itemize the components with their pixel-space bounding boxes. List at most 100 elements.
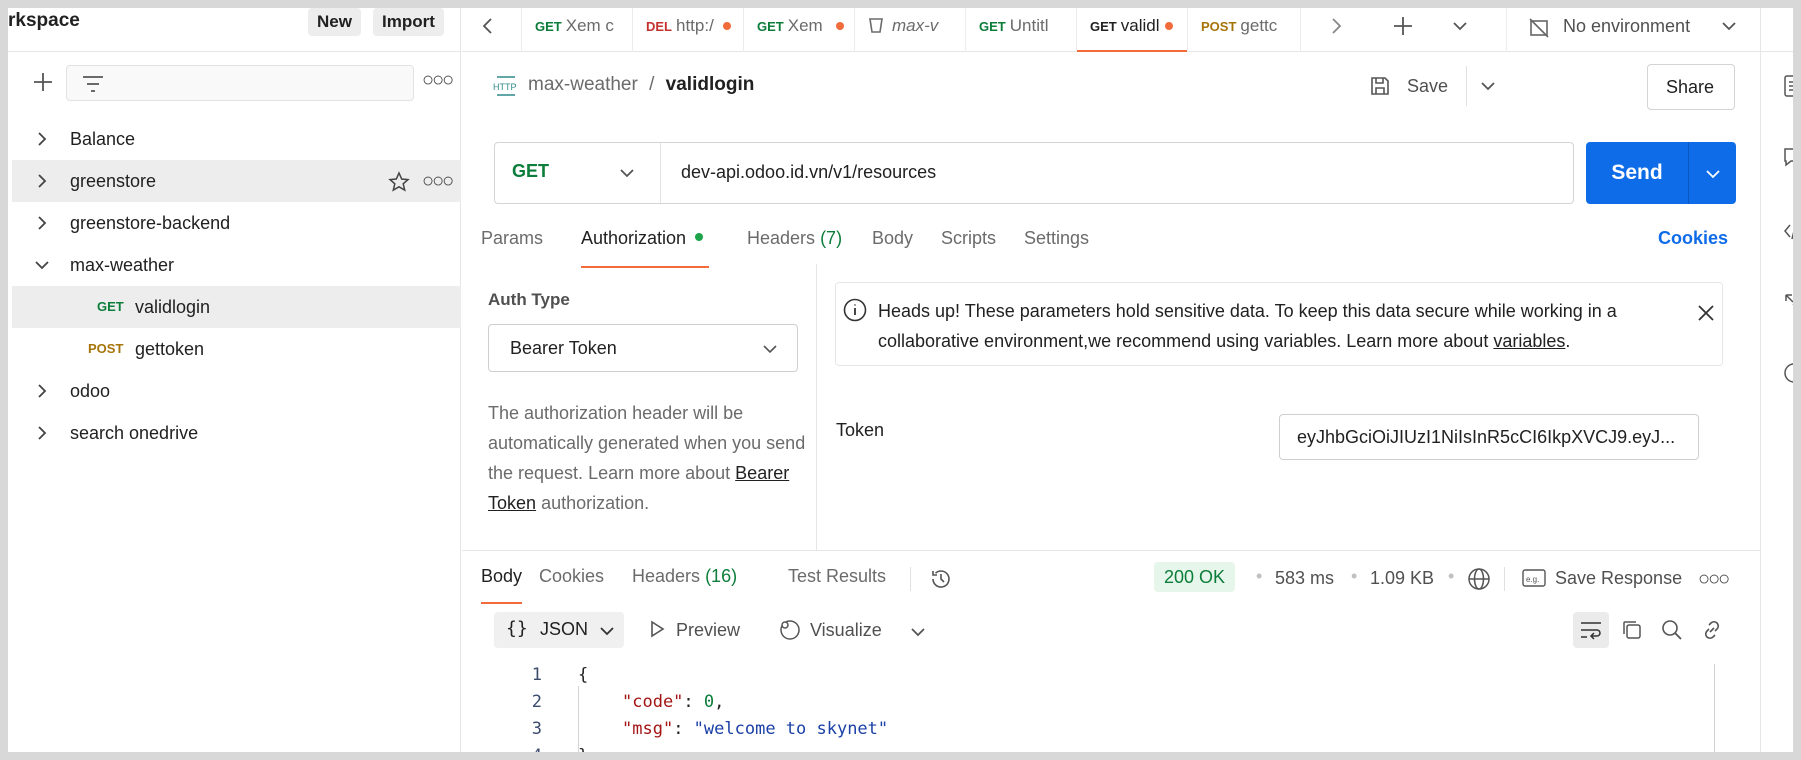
line-number: 3 [531, 719, 542, 739]
import-button[interactable]: Import [373, 8, 444, 36]
sidebar-item-greenstore-backend[interactable]: greenstore-backend [12, 202, 461, 244]
response-body-editor[interactable]: 1 2 3 4 { "code": 0, "msg": "welcome to … [462, 662, 1712, 752]
tab-params[interactable]: Params [481, 228, 543, 268]
code-icon[interactable] [1783, 220, 1793, 242]
sidebar-item-balance[interactable]: Balance [12, 118, 461, 160]
url-input[interactable]: dev-api.odoo.id.vn/v1/resources [681, 162, 936, 183]
workspace-title[interactable]: rkspace [8, 10, 80, 32]
tab-body[interactable]: Body [872, 228, 913, 268]
tab-response-body[interactable]: Body [481, 566, 523, 604]
method-badge: GET [979, 19, 1006, 34]
sidebar-item-gettoken[interactable]: POST gettoken [12, 328, 461, 370]
play-icon [651, 620, 665, 638]
chevron-down-icon[interactable] [1705, 168, 1721, 180]
comments-icon[interactable] [1783, 146, 1793, 168]
auth-type-value: Bearer Token [510, 338, 617, 358]
url-bar: GET dev-api.odoo.id.vn/v1/resources [494, 142, 1574, 204]
tab-settings[interactable]: Settings [1024, 228, 1089, 268]
filter-input[interactable] [66, 65, 414, 101]
sidebar-toolbar: ○○○ [8, 61, 461, 107]
sidebar-item-max-weather[interactable]: max-weather [12, 244, 461, 286]
response-time[interactable]: 583 ms [1275, 568, 1334, 589]
more-options-icon[interactable]: ○○○ [422, 69, 454, 92]
star-icon[interactable] [388, 171, 410, 193]
scroll-tabs-left-button[interactable] [462, 8, 522, 52]
request-tab-bar: GET Xem c DEL http:/ GET Xem max-v GET Untit… [462, 8, 1793, 52]
response-size[interactable]: 1.09 KB [1370, 568, 1434, 589]
link-icon[interactable] [1700, 618, 1724, 642]
sidebar-item-label: max-weather [70, 255, 175, 275]
tab-delete-http[interactable]: DEL http:/ [633, 8, 744, 52]
save-response-button[interactable]: e.g. Save Response [1522, 564, 1692, 594]
tab-list-dropdown[interactable] [1452, 20, 1468, 32]
cookies-link[interactable]: Cookies [1658, 228, 1728, 249]
svg-text:e.g.: e.g. [1526, 575, 1539, 584]
divider [1466, 66, 1467, 106]
line-number: 2 [531, 692, 542, 712]
chevron-right-icon [1332, 18, 1342, 34]
sidebar-item-search-onedrive[interactable]: search onedrive [12, 412, 461, 454]
history-icon[interactable] [928, 566, 954, 592]
more-options-icon[interactable]: ○○○ [422, 160, 454, 202]
scroll-tabs-right-button[interactable] [1328, 17, 1344, 35]
sidebar-item-validlogin[interactable]: GET validlogin [12, 286, 461, 328]
save-button[interactable]: Save [1369, 70, 1459, 104]
tab-untitled[interactable]: GET Untitl [966, 8, 1077, 52]
separator-dot: • [1448, 566, 1455, 586]
method-select[interactable]: GET [495, 143, 661, 203]
chevron-down-icon[interactable] [910, 626, 926, 638]
breadcrumb-parent[interactable]: max-weather [528, 74, 638, 95]
tab-max-weather[interactable]: max-v [855, 8, 966, 52]
workspace-header: rkspace New Import [8, 8, 461, 52]
unsaved-dot [836, 22, 844, 30]
tab-response-headers[interactable]: Headers (16) [632, 566, 737, 606]
status-badge[interactable]: 200 OK [1154, 562, 1236, 592]
new-tab-button[interactable] [1392, 15, 1414, 37]
breadcrumb-separator: / [649, 74, 655, 95]
chevron-down-icon [1453, 22, 1467, 31]
globe-icon[interactable] [1466, 566, 1492, 592]
tab-validlogin[interactable]: GET validl [1077, 8, 1188, 52]
response-format-select[interactable]: {} JSON [494, 612, 624, 648]
copy-icon[interactable] [1620, 618, 1644, 642]
tab-xem-2[interactable]: GET Xem [744, 8, 855, 52]
sidebar-item-greenstore[interactable]: greenstore ○○○ [12, 160, 461, 202]
indent-guide [578, 686, 579, 752]
tab-test-results[interactable]: Test Results [788, 566, 886, 606]
search-icon[interactable] [1660, 618, 1684, 642]
add-collection-button[interactable] [30, 69, 56, 95]
chevron-right-icon [38, 132, 47, 146]
related-icon[interactable] [1783, 292, 1793, 314]
separator-dot: • [1351, 566, 1358, 586]
code-line-code: "code": 0, [622, 692, 725, 712]
variables-link[interactable]: variables [1493, 331, 1565, 351]
tab-scripts[interactable]: Scripts [941, 228, 996, 268]
sidebar-item-odoo[interactable]: odoo [12, 370, 461, 412]
close-icon[interactable] [1696, 303, 1716, 323]
breadcrumb-current[interactable]: validlogin [666, 74, 755, 95]
unsaved-dot [1165, 22, 1173, 30]
sidebar-item-label: validlogin [135, 297, 211, 317]
documentation-icon[interactable] [1783, 74, 1793, 98]
tab-xem-1[interactable]: GET Xem c [522, 8, 633, 52]
tab-headers[interactable]: Headers (7) [747, 228, 842, 268]
environment-select[interactable]: No environment [1506, 8, 1736, 52]
scrollbar[interactable] [1714, 664, 1715, 752]
tab-authorization[interactable]: Authorization [581, 228, 709, 268]
more-options-icon[interactable]: ○○○ [1698, 568, 1730, 591]
share-button[interactable]: Share [1647, 64, 1735, 110]
save-options-dropdown[interactable] [1480, 80, 1496, 92]
wrap-lines-button[interactable] [1573, 612, 1609, 648]
plus-icon [1394, 17, 1412, 35]
headers-count: (7) [820, 228, 843, 248]
visualize-button[interactable]: Visualize [778, 614, 898, 644]
auth-type-select[interactable]: Bearer Token [488, 324, 798, 372]
auth-description: The authorization header will be automat… [488, 398, 808, 518]
preview-button[interactable]: Preview [648, 614, 748, 644]
tab-gettoken[interactable]: POST gettc [1188, 8, 1301, 52]
info-icon[interactable] [1783, 362, 1793, 384]
new-button[interactable]: New [308, 8, 361, 36]
tab-response-cookies[interactable]: Cookies [539, 566, 604, 606]
send-button[interactable]: Send [1586, 142, 1736, 204]
token-input[interactable]: eyJhbGciOiJIUzI1NiIsInR5cCI6IkpXVCJ9.eyJ… [1279, 414, 1699, 460]
